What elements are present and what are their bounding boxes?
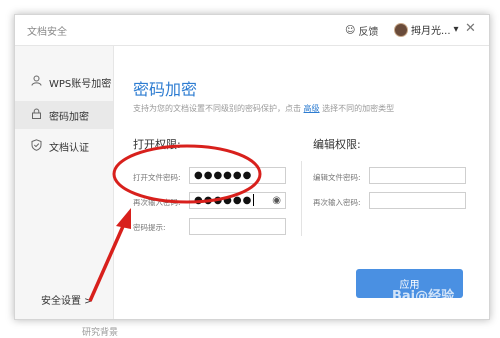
arrow-head — [116, 208, 131, 229]
annotation-overlay — [88, 144, 262, 302]
annotation-arrow — [88, 223, 126, 302]
highlight-ellipse — [112, 144, 262, 204]
